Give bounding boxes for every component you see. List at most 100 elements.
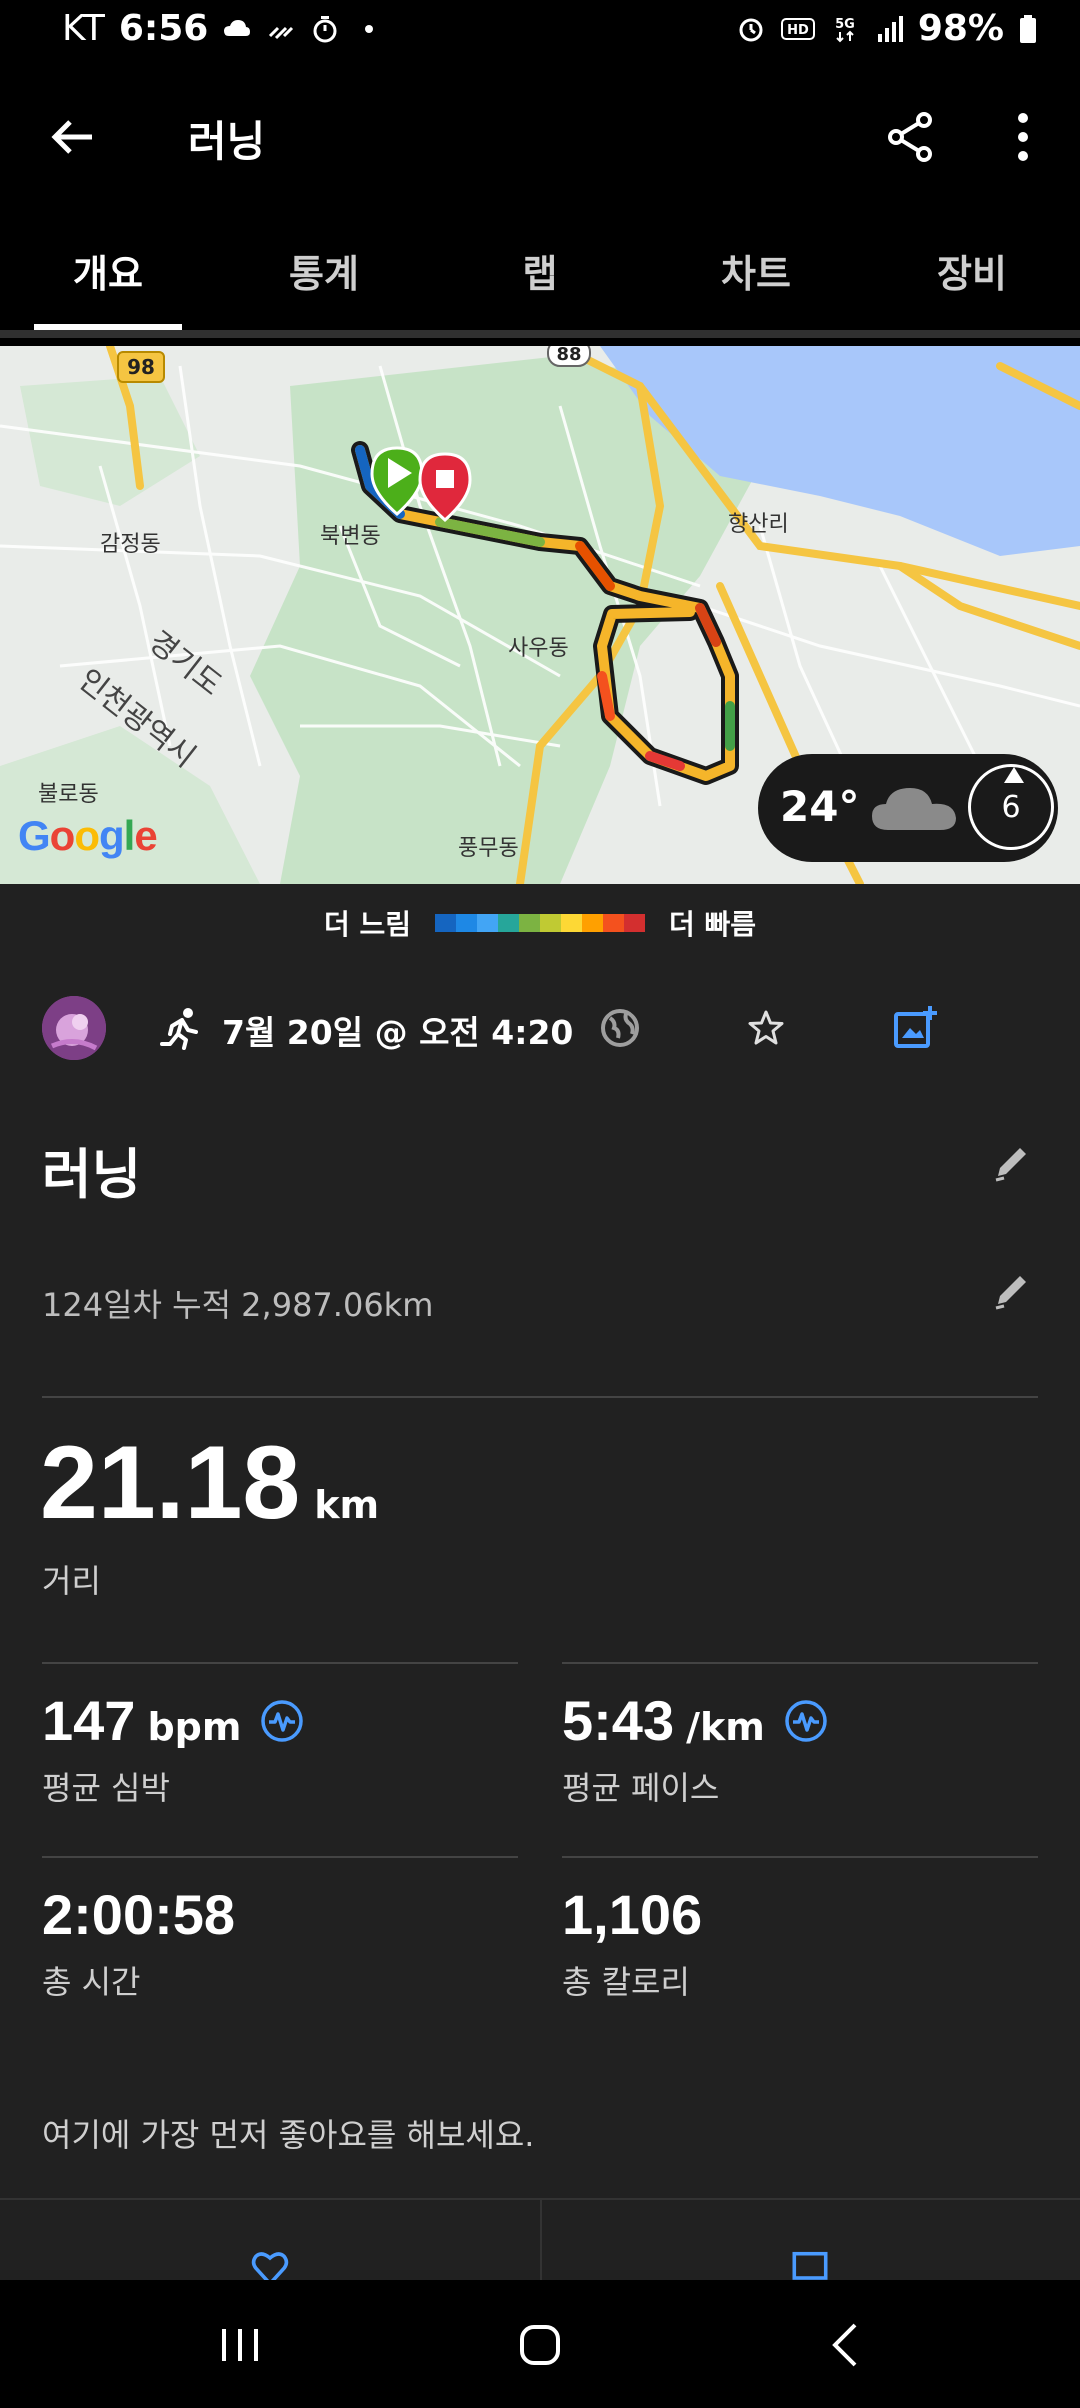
running-icon (160, 1008, 198, 1050)
activity-subtitle: 124일차 누적 2,987.06km (42, 1286, 434, 1324)
pace-color-swatch (540, 914, 561, 932)
weather-overlay: 24° 6 (758, 754, 1058, 862)
pace-color-swatch (477, 914, 498, 932)
activity-date: 7월 20일 @ 오전 4:20 (222, 1013, 574, 1052)
total-time-label: 총 시간 (42, 1963, 141, 2001)
tab-overview[interactable]: 개요 (0, 210, 216, 330)
recent-apps-button[interactable] (205, 2310, 275, 2380)
haze-icon (269, 26, 294, 39)
divider (562, 1856, 1038, 1858)
home-icon (520, 2325, 560, 2365)
legend-faster-label: 더 빠름 (669, 908, 757, 941)
map-label-gamjeong: 감정동 (100, 532, 161, 557)
pace-value: 5:43 (562, 1689, 675, 1752)
tab-charts[interactable]: 차트 (648, 210, 864, 330)
divider (42, 1396, 1038, 1398)
system-nav-bar (0, 2280, 1080, 2408)
pace-zone-icon[interactable] (783, 1698, 829, 1744)
edit-description-pencil-icon[interactable] (990, 1268, 1034, 1312)
pace-color-swatch (582, 914, 603, 932)
svg-text:HD: HD (787, 23, 809, 38)
map-label-pungmu: 풍무동 (458, 836, 519, 861)
route-map[interactable]: 98 88 감정동 북변동 사우동 향산리 경기도 인천광역시 불로동 풍무동 … (0, 346, 1080, 884)
alarm-icon (739, 18, 763, 41)
road-88-label: 88 (556, 346, 581, 365)
signal-icon (877, 15, 903, 42)
activity-meta-row: 7월 20일 @ 오전 4:20 (0, 962, 1080, 1098)
divider (562, 1662, 1038, 1664)
recents-icon (222, 2329, 258, 2361)
avatar[interactable] (42, 996, 106, 1060)
stat-avg-pace: 5:43 /km 평균 페이스 (562, 1688, 829, 1809)
timer-icon (313, 15, 337, 42)
status-bar: KT 6:56 HD 5G 98% (0, 0, 1080, 64)
google-logo: Google (18, 812, 158, 859)
pace-unit: /km (686, 1705, 765, 1749)
divider (42, 1662, 518, 1664)
divider (42, 1856, 518, 1858)
cloud-icon (872, 788, 956, 830)
tab-laps[interactable]: 랩 (432, 210, 648, 330)
pace-color-swatch (624, 914, 645, 932)
heart-rate-zone-icon[interactable] (259, 1698, 305, 1744)
map-label-sawoo: 사우동 (508, 636, 569, 661)
svg-text:5G: 5G (835, 17, 855, 32)
edit-name-pencil-icon[interactable] (990, 1140, 1034, 1184)
pace-gradient-bar (435, 914, 645, 932)
distance-unit: km (314, 1483, 380, 1527)
pace-color-swatch (561, 914, 582, 932)
like-prompt: 여기에 가장 먼저 좋아요를 해보세요. (42, 2116, 535, 2154)
divider (540, 2200, 542, 2282)
share-icon (888, 112, 932, 162)
pace-color-swatch (456, 914, 477, 932)
5g-icon: 5G (835, 17, 855, 42)
map-label-bullo: 불로동 (38, 782, 99, 807)
pace-color-swatch (603, 914, 624, 932)
pace-label: 평균 페이스 (562, 1769, 720, 1807)
battery-percent: 98% (917, 8, 1004, 49)
heart-rate-label: 평균 심박 (42, 1769, 170, 1807)
wind-direction-icon (1004, 767, 1024, 783)
more-vertical-icon (1018, 113, 1028, 161)
map-label-bukbyeon: 북변동 (320, 524, 381, 549)
system-back-button[interactable] (810, 2310, 880, 2380)
heart-rate-unit: bpm (147, 1705, 242, 1749)
tab-gear[interactable]: 장비 (864, 210, 1080, 330)
avatar-image (42, 996, 106, 1060)
wind-indicator: 6 (968, 764, 1054, 850)
distance-value-row: 21.18 km (40, 1424, 379, 1543)
road-98-label: 98 (127, 355, 155, 379)
wind-speed: 6 (1001, 789, 1021, 825)
distance-label: 거리 (42, 1562, 101, 1600)
star-icon[interactable] (744, 1006, 788, 1050)
pace-color-swatch (498, 914, 519, 932)
distance-value: 21.18 (40, 1425, 301, 1541)
page-title: 러닝 (188, 117, 266, 166)
stat-avg-heart-rate: 147 bpm 평균 심박 (42, 1688, 305, 1809)
globe-icon[interactable] (598, 1006, 642, 1050)
cloud-icon (224, 19, 251, 36)
more-options-button[interactable] (990, 104, 1056, 170)
pace-color-swatch (519, 914, 540, 932)
pace-color-swatch (435, 914, 456, 932)
tab-bar: 개요 통계 랩 차트 장비 (0, 210, 1080, 338)
hd-icon: HD (780, 17, 815, 40)
dot-icon (365, 24, 374, 33)
calories-value: 1,106 (562, 1883, 703, 1946)
map-label-hyangsan: 향산리 (728, 512, 789, 537)
social-actions (0, 2198, 1080, 2287)
arrow-left-icon (51, 120, 92, 154)
add-photo-icon[interactable] (892, 1004, 938, 1050)
back-button[interactable] (40, 104, 106, 170)
activity-name: 러닝 (42, 1143, 142, 1206)
chevron-left-icon (832, 2323, 857, 2367)
home-button[interactable] (505, 2310, 575, 2380)
tab-stats[interactable]: 통계 (216, 210, 432, 330)
total-time-value: 2:00:58 (42, 1883, 236, 1946)
carrier-label: KT (62, 8, 105, 49)
activity-content: 7월 20일 @ 오전 4:20 러닝 124일차 누적 2,987.06km … (0, 962, 1080, 2287)
stat-total-time: 2:00:58 총 시간 (42, 1882, 235, 2003)
share-button[interactable] (878, 104, 944, 170)
temperature: 24° (780, 782, 860, 831)
battery-icon (1020, 14, 1036, 43)
